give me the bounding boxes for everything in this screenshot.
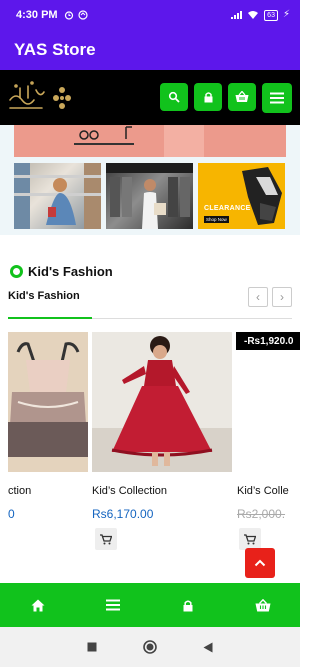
menu-icon <box>105 599 120 611</box>
promo-tile-clearance[interactable]: CLEARANCE Shop Now <box>198 163 285 229</box>
carousel-next-button[interactable]: › <box>272 287 292 307</box>
product-name[interactable]: ction <box>8 485 31 497</box>
bottom-nav <box>0 583 300 627</box>
home-icon <box>31 599 44 611</box>
system-nav-bar <box>0 627 300 667</box>
product-image[interactable] <box>92 332 232 472</box>
product-price: Rs6,170.00 <box>92 507 154 521</box>
wifi-icon <box>248 11 259 19</box>
cart-button[interactable] <box>228 82 256 111</box>
recents-icon[interactable] <box>87 642 97 652</box>
store-header <box>0 70 300 125</box>
add-to-cart-button[interactable] <box>95 528 117 550</box>
carousel-prev-button[interactable]: ‹ <box>248 287 268 307</box>
bottom-nav-account[interactable] <box>173 590 203 620</box>
app-bar: YAS Store <box>0 30 300 70</box>
cart-icon <box>100 533 112 544</box>
lock-icon <box>183 599 192 611</box>
menu-button[interactable] <box>262 82 292 113</box>
sync-icon <box>77 10 88 20</box>
basket-icon <box>235 90 249 102</box>
add-to-cart-button[interactable] <box>239 528 261 550</box>
section-title-text: Kid's Fashion <box>28 264 113 279</box>
lock-icon <box>204 91 212 102</box>
login-button[interactable] <box>194 82 222 111</box>
product-name[interactable]: Kid’s Colle <box>237 485 289 497</box>
banner-image[interactable] <box>14 125 286 157</box>
product-image[interactable] <box>236 332 300 472</box>
chevron-up-icon <box>254 559 266 567</box>
tab-active-indicator <box>8 317 92 319</box>
banner-area: CLEARANCE Shop Now <box>0 125 300 235</box>
bottom-nav-cart[interactable] <box>248 590 278 620</box>
product-image[interactable] <box>8 332 88 472</box>
search-icon <box>168 91 180 103</box>
section-title: Kid's Fashion <box>10 264 113 279</box>
app-title: YAS Store <box>14 40 96 59</box>
promo-tile-boutique[interactable] <box>106 163 193 229</box>
store-logo[interactable] <box>6 78 76 118</box>
cart-icon <box>244 533 256 544</box>
bottom-nav-menu[interactable] <box>98 590 128 620</box>
battery-icon: 63 <box>264 9 278 21</box>
signal-icon <box>231 11 243 19</box>
discount-badge: -Rs1,920.0 <box>236 332 300 350</box>
clearance-label: CLEARANCE <box>204 205 251 212</box>
product-price: 0 <box>8 507 15 521</box>
alarm-icon <box>64 11 73 20</box>
promo-tile-shopping[interactable] <box>14 163 101 229</box>
home-button-icon[interactable] <box>143 640 157 654</box>
charging-icon: ⚡ <box>282 9 290 20</box>
search-button[interactable] <box>160 82 188 111</box>
status-time: 4:30 PM <box>16 9 58 21</box>
product-name[interactable]: Kid’s Collection <box>92 485 167 497</box>
section-bullet-icon <box>10 265 23 278</box>
shop-now-label: Shop Now <box>204 216 229 223</box>
menu-icon <box>270 92 284 103</box>
status-bar: 4:30 PM 63 ⚡ <box>0 0 300 30</box>
scroll-to-top-button[interactable] <box>245 548 275 578</box>
back-icon[interactable] <box>203 642 213 653</box>
tab-kids-fashion[interactable]: Kid's Fashion <box>8 290 80 302</box>
bottom-nav-home[interactable] <box>23 590 53 620</box>
basket-icon <box>255 598 270 611</box>
product-old-price: Rs2,000. <box>237 507 286 521</box>
